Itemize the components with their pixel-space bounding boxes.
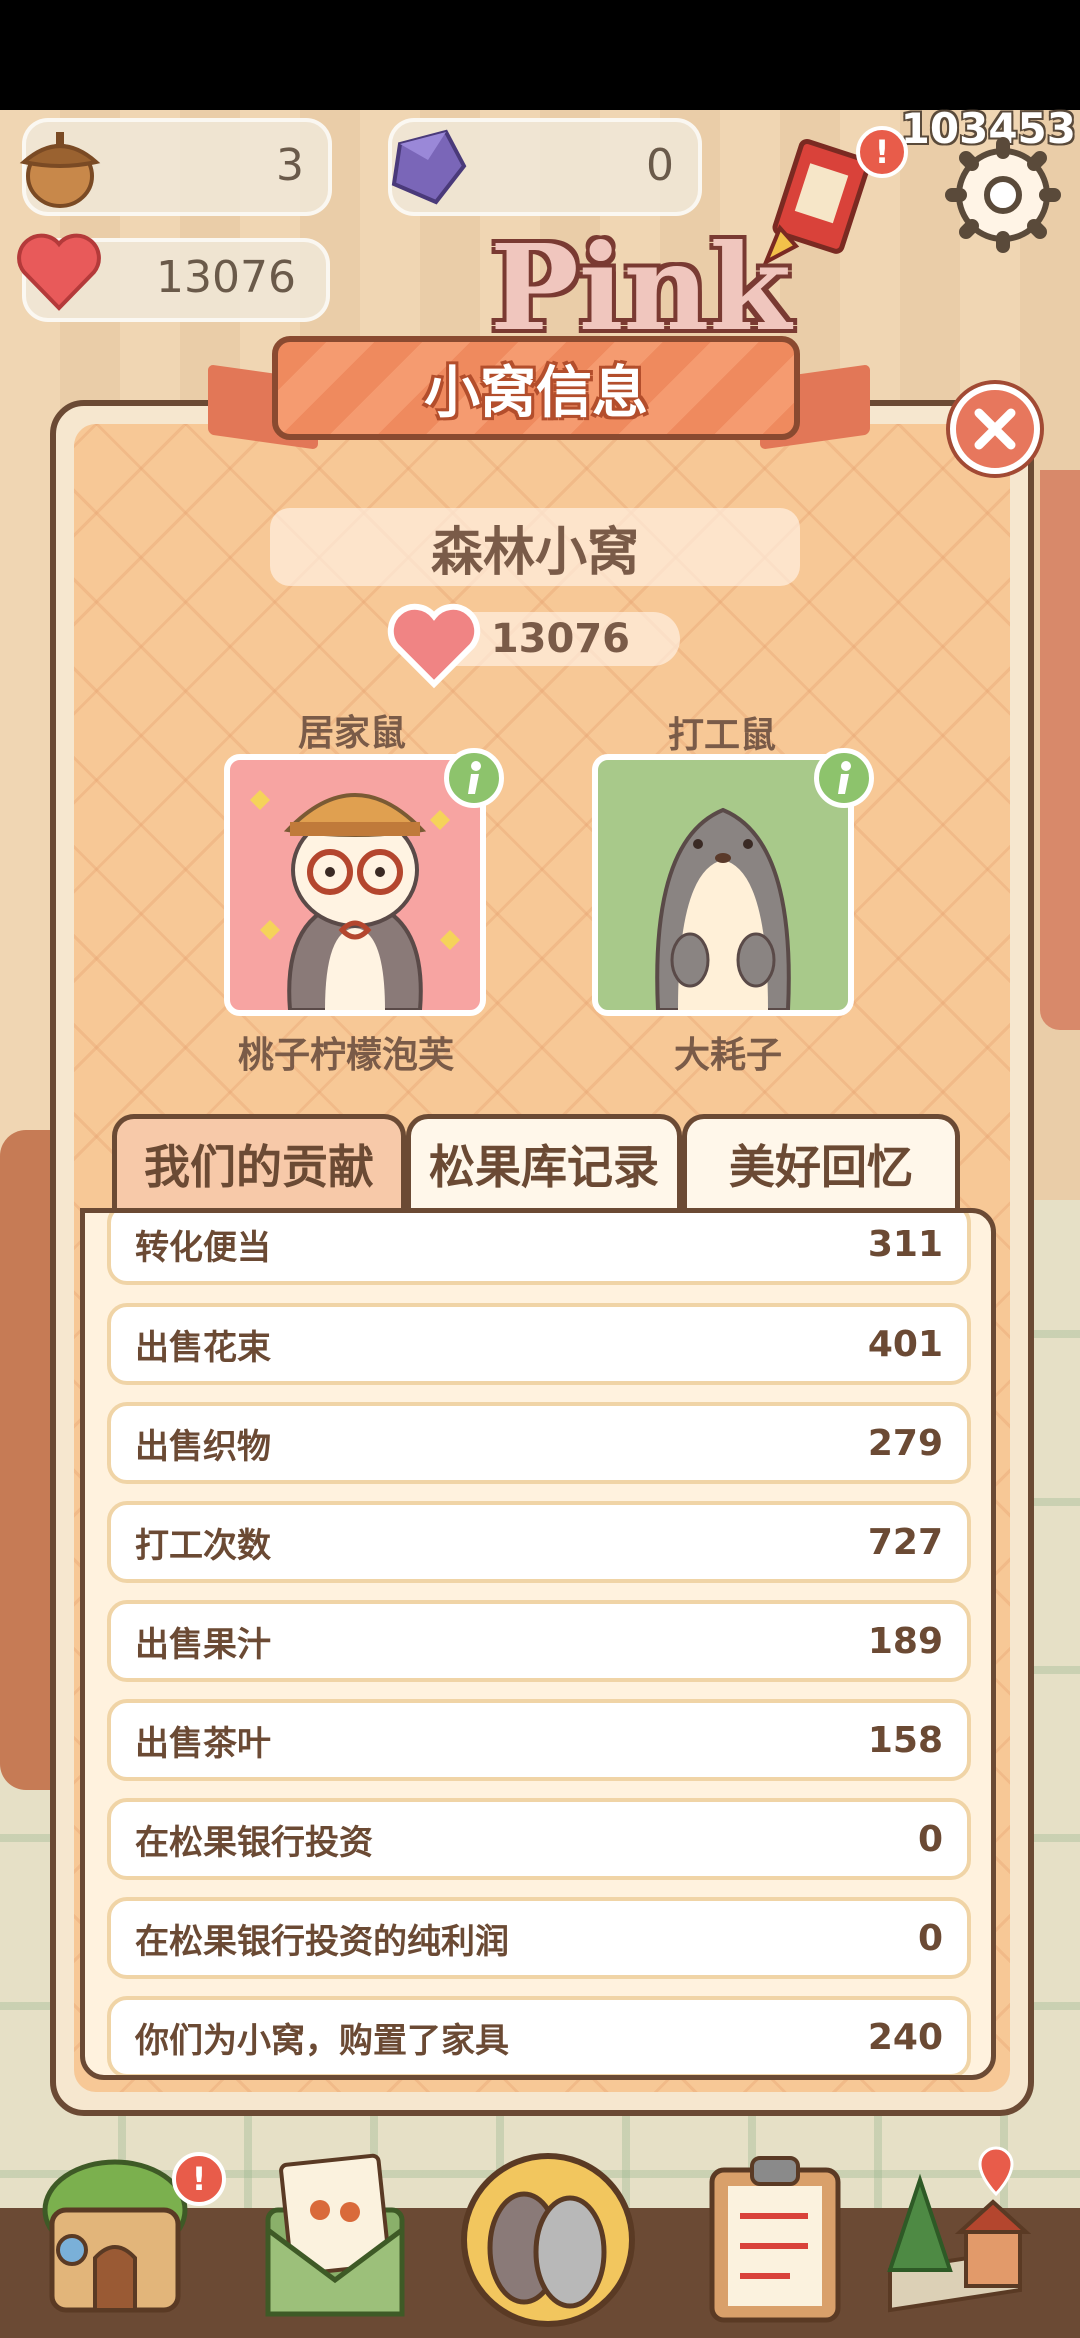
stat-value: 0	[917, 1818, 943, 1860]
list-item: 出售茶叶 158	[107, 1699, 971, 1781]
letter-icon[interactable]	[250, 2140, 420, 2330]
resident-portrait-home[interactable]	[224, 754, 486, 1016]
stat-label: 出售果汁	[135, 1624, 271, 1665]
stat-value: 158	[867, 1719, 943, 1761]
resident-name-home: 桃子柠檬泡芙	[237, 1035, 454, 1076]
nest-name: 森林小窝	[270, 508, 800, 586]
list-item: 出售果汁 189	[107, 1600, 971, 1682]
resident-portrait-work[interactable]	[592, 754, 854, 1016]
heart-icon	[387, 603, 481, 689]
list-item: 出售花束 401	[107, 1303, 971, 1385]
stat-value: 0	[917, 1917, 943, 1959]
list-item: 你们为小窝，购置了家具 240	[107, 1996, 971, 2075]
contribution-list[interactable]: 转化便当 311 出售花束 401 出售织物 279 打工次数 727 出售果汁…	[80, 1208, 996, 2080]
love-points-value: 13076	[490, 616, 630, 662]
panel-title: 小窝信息	[424, 360, 648, 426]
list-item: 打工次数 727	[107, 1501, 971, 1583]
stat-value: 189	[867, 1620, 943, 1662]
right-cabinet	[1040, 470, 1080, 1030]
stat-label: 出售花束	[135, 1327, 271, 1368]
list-item: 出售织物 279	[107, 1402, 971, 1484]
tab-contributions[interactable]: 我们的贡献	[112, 1114, 406, 1208]
resident-role-home: 居家鼠	[297, 713, 406, 754]
stat-value: 279	[867, 1422, 943, 1464]
acorn-icon	[19, 132, 101, 208]
info-icon	[838, 761, 851, 794]
list-item: 在松果银行投资 0	[107, 1798, 971, 1880]
list-item: 转化便当 311	[107, 1213, 971, 1285]
stat-label: 出售茶叶	[135, 1723, 271, 1764]
stat-label: 你们为小窝，购置了家具	[135, 2020, 509, 2061]
title-banner: 小窝信息	[272, 336, 800, 440]
stat-value: 311	[867, 1223, 943, 1265]
mouse-avatar-worker	[655, 807, 791, 1010]
tab-pinecone-records[interactable]: 松果库记录	[406, 1114, 682, 1208]
stat-label: 在松果银行投资	[135, 1822, 373, 1863]
status-bar	[0, 0, 1080, 110]
tab-good-memories[interactable]: 美好回忆	[682, 1114, 960, 1208]
stat-value: 240	[867, 2016, 943, 2058]
resident-info-button-work[interactable]	[814, 748, 874, 808]
resident-info-button-home[interactable]	[444, 748, 504, 808]
info-icon	[468, 761, 481, 794]
map-icon[interactable]	[870, 2140, 1040, 2330]
close-button[interactable]	[950, 384, 1040, 474]
gem-icon	[391, 129, 467, 205]
acorn-count: 3	[276, 140, 304, 191]
resident-role-work: 打工鼠	[667, 715, 776, 756]
stat-value: 727	[867, 1521, 943, 1563]
clipboard-icon[interactable]	[690, 2140, 860, 2330]
resident-name-work: 大耗子	[673, 1035, 782, 1076]
stat-label: 在松果银行投资的纯利润	[135, 1921, 509, 1962]
mouse-avatar-hat	[250, 790, 460, 1010]
list-item: 在松果银行投资的纯利润 0	[107, 1897, 971, 1979]
close-icon	[974, 408, 1016, 450]
stat-label: 打工次数	[135, 1525, 271, 1566]
heart-count: 13076	[156, 252, 296, 303]
notification-badge: !	[856, 126, 908, 178]
mice-center-icon[interactable]	[458, 2130, 638, 2330]
gear-icon[interactable]	[944, 136, 1062, 254]
notification-badge: !	[172, 2152, 226, 2206]
heart-icon	[17, 233, 101, 311]
stat-value: 401	[867, 1323, 943, 1365]
gem-count: 0	[646, 140, 674, 191]
stat-label: 转化便当	[135, 1227, 271, 1268]
stat-label: 出售织物	[135, 1426, 271, 1467]
